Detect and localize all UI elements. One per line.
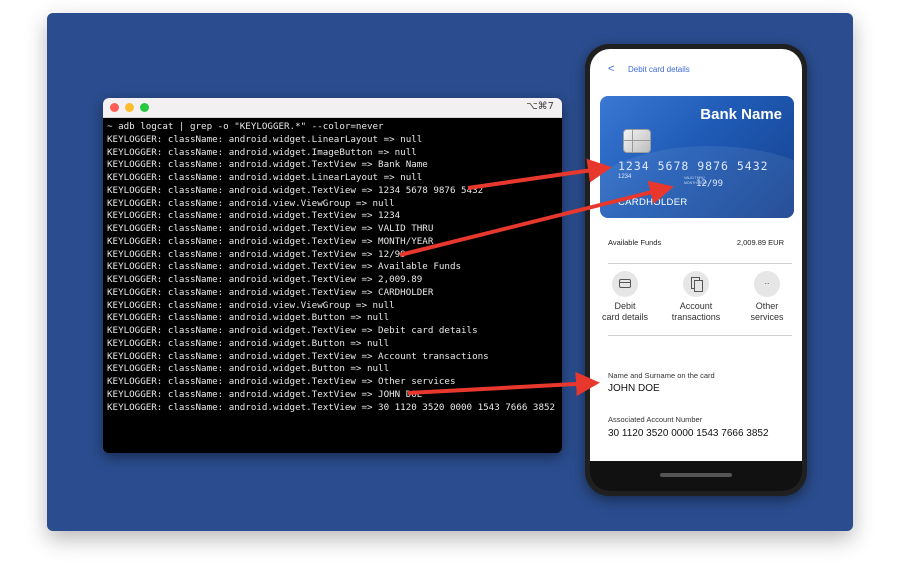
terminal-shortcut-label: ⌥⌘7 (526, 101, 554, 112)
terminal-window[interactable]: ⌥⌘7 ~ adb logcat | grep -o "KEYLOGGER.*"… (103, 98, 562, 453)
action-label-line1: Debit (614, 301, 636, 311)
terminal-line: KEYLOGGER: className: android.widget.Tex… (107, 261, 462, 273)
name-field-value: JOHN DOE (608, 383, 660, 394)
terminal-line: KEYLOGGER: className: android.widget.But… (107, 363, 390, 375)
terminal-output[interactable]: ~ adb logcat | grep -o "KEYLOGGER.*" --c… (103, 118, 562, 417)
action-label-line2: transactions (671, 312, 721, 322)
more-icon: .. (764, 276, 770, 286)
card-expiry: 12/99 (696, 179, 724, 189)
terminal-line: ~ adb logcat | grep -o "KEYLOGGER.*" --c… (107, 121, 384, 132)
available-funds-label: Available Funds (608, 238, 662, 247)
minimize-window-button[interactable] (125, 103, 134, 112)
terminal-line: KEYLOGGER: className: android.widget.Tex… (107, 235, 434, 247)
terminal-line: KEYLOGGER: className: android.view.ViewG… (107, 197, 395, 209)
back-arrow-icon[interactable]: < (608, 63, 614, 75)
phone-screen: < Debit card details Bank Name 1234 5678… (590, 49, 802, 461)
home-indicator[interactable] (660, 473, 732, 477)
card-icon (619, 279, 631, 288)
card-chip-icon (623, 129, 651, 153)
terminal-line: KEYLOGGER: className: android.widget.Tex… (107, 325, 478, 336)
divider (608, 263, 792, 264)
action-icon-wrap: .. (754, 271, 780, 297)
terminal-line: KEYLOGGER: className: android.widget.Ima… (107, 146, 417, 158)
documents-icon-back (694, 280, 703, 292)
card-short-number: 1234 (618, 174, 632, 180)
bank-name: Bank Name (700, 106, 782, 123)
account-field-value: 30 1120 3520 0000 1543 7666 3852 (608, 428, 769, 439)
account-field-label: Associated Account Number (608, 415, 703, 424)
debit-card-details-button[interactable]: Debit card details (590, 271, 660, 323)
terminal-line: KEYLOGGER: className: android.widget.Tex… (107, 376, 456, 387)
phone-nav-area (590, 461, 802, 491)
divider (608, 335, 792, 336)
terminal-line: KEYLOGGER: className: android.widget.Tex… (107, 401, 556, 413)
terminal-line: KEYLOGGER: className: android.widget.Tex… (107, 223, 434, 234)
other-services-button[interactable]: .. Other services (732, 271, 802, 323)
debit-card: Bank Name 1234 5678 9876 5432 1234 VALID… (600, 96, 794, 218)
card-number: 1234 5678 9876 5432 (618, 159, 769, 173)
available-funds-value: 2,009.89 EUR (736, 238, 784, 247)
action-icon-wrap (612, 271, 638, 297)
action-label-line1: Other (755, 301, 779, 311)
terminal-line: KEYLOGGER: className: android.view.ViewG… (107, 299, 395, 311)
terminal-line: KEYLOGGER: className: android.widget.Tex… (107, 184, 484, 196)
terminal-line: KEYLOGGER: className: android.widget.Tex… (107, 350, 489, 362)
terminal-line: KEYLOGGER: className: android.widget.But… (107, 312, 390, 324)
terminal-line: KEYLOGGER: className: android.widget.Lin… (107, 172, 423, 183)
terminal-line: KEYLOGGER: className: android.widget.Tex… (107, 388, 423, 400)
quick-actions: Debit card details Account transactions … (590, 271, 802, 331)
cardholder-label: CARDHOLDER (618, 197, 688, 208)
terminal-titlebar: ⌥⌘7 (103, 98, 562, 118)
terminal-line: KEYLOGGER: className: android.widget.Tex… (107, 274, 423, 285)
account-transactions-button[interactable]: Account transactions (661, 271, 731, 323)
close-window-button[interactable] (110, 103, 119, 112)
action-icon-wrap (683, 271, 709, 297)
terminal-line: KEYLOGGER: className: android.widget.Lin… (107, 133, 423, 145)
terminal-line: KEYLOGGER: className: android.widget.Tex… (107, 210, 401, 222)
terminal-line: KEYLOGGER: className: android.widget.Tex… (107, 248, 406, 260)
app-header: < Debit card details (590, 61, 802, 81)
terminal-line: KEYLOGGER: className: android.widget.Tex… (107, 286, 434, 298)
terminal-line: KEYLOGGER: className: android.widget.Tex… (107, 159, 428, 171)
terminal-line: KEYLOGGER: className: android.widget.But… (107, 337, 390, 349)
maximize-window-button[interactable] (140, 103, 149, 112)
page-title: Debit card details (628, 65, 690, 74)
action-label-line2: card details (601, 312, 649, 322)
action-label-line2: services (750, 312, 784, 322)
action-label-line1: Account (679, 301, 713, 311)
phone-device: < Debit card details Bank Name 1234 5678… (585, 44, 807, 496)
name-field-label: Name and Surname on the card (608, 371, 715, 380)
